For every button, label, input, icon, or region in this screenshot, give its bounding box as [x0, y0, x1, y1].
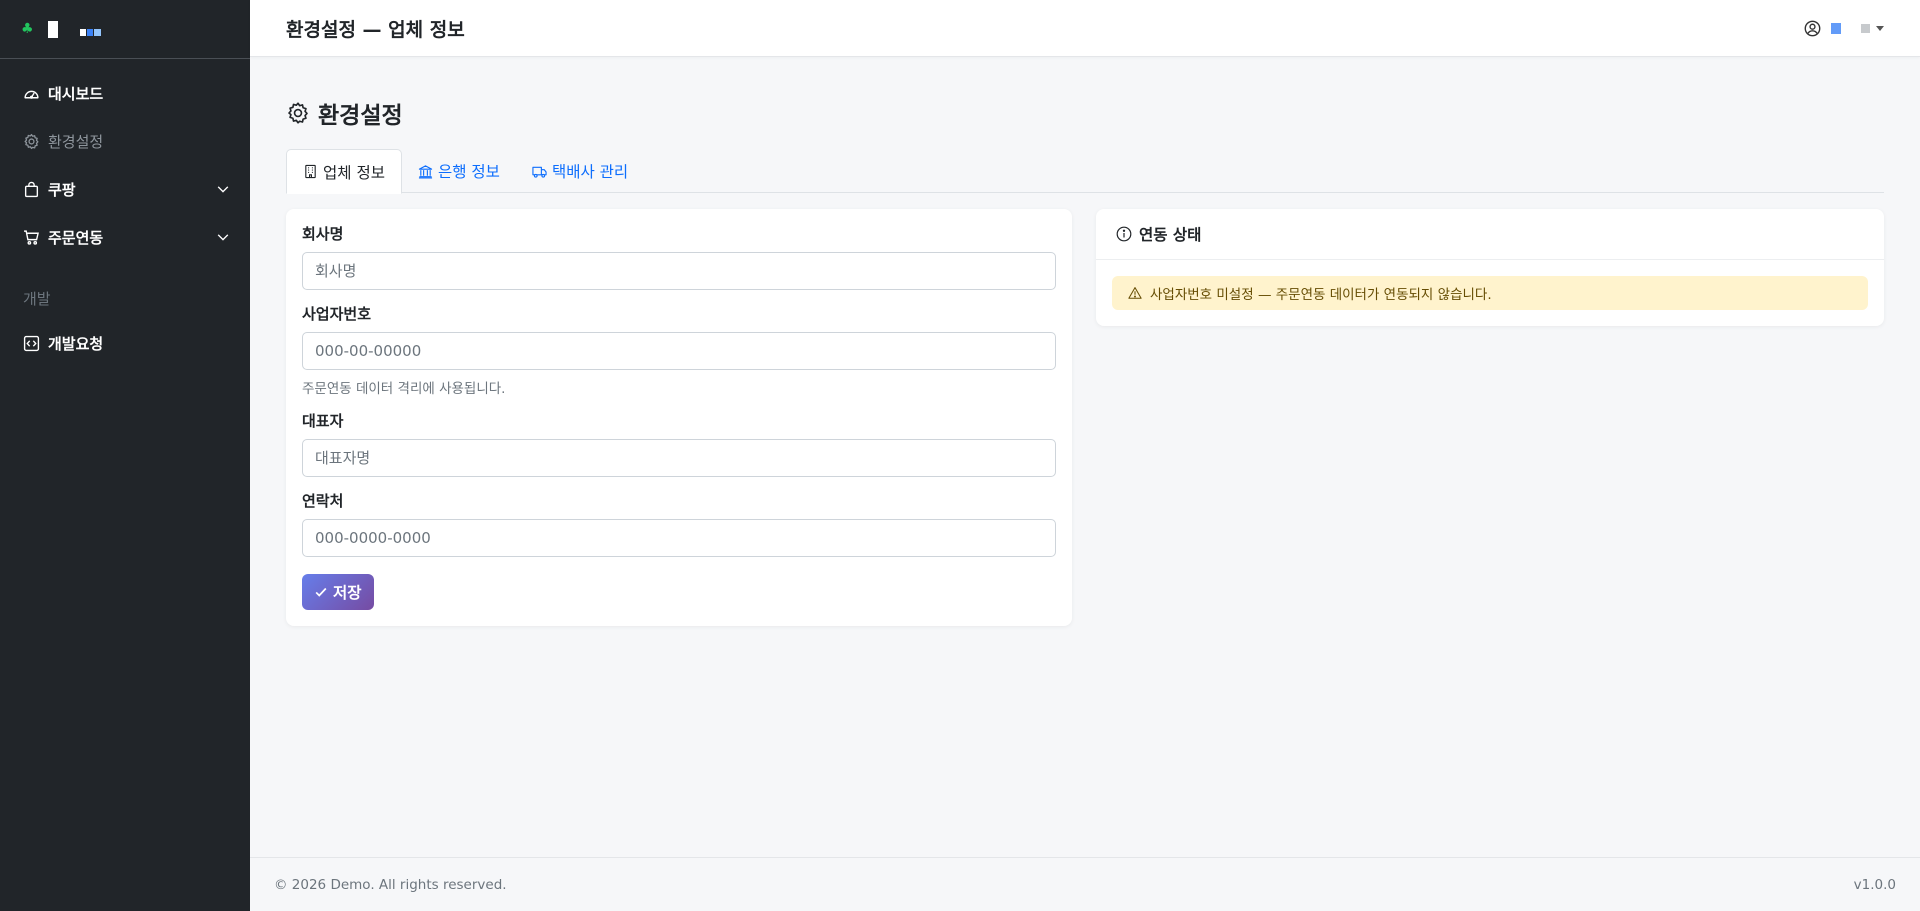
sidebar-item-dashboard[interactable]: 대시보드 [0, 69, 250, 117]
sidebar-item-dev-request[interactable]: 개발요청 [0, 319, 250, 367]
footer-version: v1.0.0 [1853, 876, 1896, 893]
sidebar-item-orders[interactable]: 주문연동 [0, 213, 250, 261]
sidebar-nav: 대시보드 환경설정 쿠팡 주문연동 개발 개발요청 [0, 59, 250, 367]
tab-label: 업체 정보 [323, 163, 385, 182]
integration-status-card: 연동 상태 사업자번호 미설정 — 주문연동 데이터가 연동되지 않습니다. [1096, 209, 1884, 326]
code-square-icon [23, 335, 40, 351]
status-card-header: 연동 상태 [1096, 209, 1884, 260]
sidebar-item-coupang[interactable]: 쿠팡 [0, 165, 250, 213]
settings-tabs: 업체 정보 은행 정보 택배사 관리 [286, 149, 1884, 194]
warning-alert: 사업자번호 미설정 — 주문연동 데이터가 연동되지 않습니다. [1112, 276, 1868, 310]
company-name-group: 회사명 [302, 223, 1056, 290]
page-title-text: 환경설정 [318, 103, 403, 129]
warning-alert-text: 사업자번호 미설정 — 주문연동 데이터가 연동되지 않습니다. [1150, 287, 1492, 303]
sidebar-item-settings[interactable]: 환경설정 [0, 117, 250, 165]
sidebar-item-label: 환경설정 [48, 132, 104, 151]
sidebar-section-heading: 개발 [23, 290, 51, 308]
phone-label: 연락처 [302, 492, 344, 510]
phone-group: 연락처 [302, 490, 1056, 557]
tab-courier-management[interactable]: 택배사 관리 [516, 149, 644, 193]
business-number-group: 사업자번호 주문연동 데이터 격리에 사용됩니다. [302, 303, 1056, 397]
user-badge [1831, 22, 1841, 34]
clover-icon: ♣ [21, 21, 34, 37]
user-circle-icon[interactable] [1804, 20, 1821, 37]
business-number-help: 주문연동 데이터 격리에 사용됩니다. [302, 381, 506, 397]
top-header: 환경설정 — 업체 정보 [250, 0, 1920, 57]
sidebar-item-label: 주문연동 [48, 228, 104, 247]
check-icon [315, 587, 327, 597]
business-number-label: 사업자번호 [302, 305, 372, 323]
logo-mark [47, 20, 58, 38]
cart-icon [24, 229, 39, 245]
header-title: 환경설정 — 업체 정보 [286, 18, 465, 41]
save-button[interactable]: 저장 [302, 574, 374, 610]
business-number-input[interactable] [302, 332, 1056, 370]
tab-company-info[interactable]: 업체 정보 [286, 149, 402, 194]
bank-icon [418, 164, 433, 178]
representative-input[interactable] [302, 439, 1056, 477]
main-content: 환경설정 업체 정보 은행 정보 택배사 관리 회사명 회사명 사업자번호 00… [250, 57, 1920, 857]
save-button-label: 저장 [333, 584, 362, 602]
tab-label: 택배사 관리 [551, 163, 629, 181]
building-icon [305, 164, 316, 179]
info-circle-icon [1116, 226, 1132, 242]
tab-label: 은행 정보 [437, 163, 500, 181]
sidebar-item-label: 대시보드 [48, 84, 104, 103]
company-name-input[interactable] [302, 252, 1056, 290]
user-menu-avatar[interactable] [1861, 23, 1870, 33]
page-title: 환경설정 [286, 95, 1884, 131]
content-row: 회사명 사업자번호 주문연동 데이터 격리에 사용됩니다. 대표자 연락처 저 [286, 209, 1884, 626]
company-info-form: 회사명 사업자번호 주문연동 데이터 격리에 사용됩니다. 대표자 연락처 저 [286, 209, 1072, 626]
status-card-body: 사업자번호 미설정 — 주문연동 데이터가 연동되지 않습니다. [1096, 260, 1884, 326]
header-user-area[interactable] [1804, 20, 1884, 37]
logo-wordmark [79, 28, 101, 36]
truck-icon [532, 166, 547, 178]
sidebar: ♣ 대시보드 환경설정 쿠팡 주문연동 개발 개발요청 [0, 0, 250, 911]
gear-icon [24, 133, 39, 149]
sidebar-item-label: 쿠팡 [48, 180, 76, 199]
representative-label: 대표자 [302, 412, 344, 430]
footer: © 2026 Demo. All rights reserved. v1.0.0 [250, 857, 1920, 911]
speedometer-icon [24, 90, 39, 99]
gear-icon [288, 102, 308, 124]
chevron-down-icon[interactable] [216, 182, 230, 196]
tab-bank-info[interactable]: 은행 정보 [402, 149, 516, 193]
sidebar-item-label: 개발요청 [48, 334, 104, 353]
phone-input[interactable] [302, 519, 1056, 557]
bag-icon [24, 181, 39, 197]
warning-triangle-icon [1128, 287, 1142, 299]
chevron-down-icon[interactable] [216, 230, 230, 244]
footer-copyright: © 2026 Demo. All rights reserved. [274, 876, 507, 893]
brand-logo[interactable]: ♣ [0, 0, 250, 59]
caret-down-icon[interactable] [1876, 25, 1884, 31]
representative-group: 대표자 [302, 410, 1056, 477]
status-card-title: 연동 상태 [1139, 226, 1202, 244]
company-name-label: 회사명 [302, 225, 344, 243]
